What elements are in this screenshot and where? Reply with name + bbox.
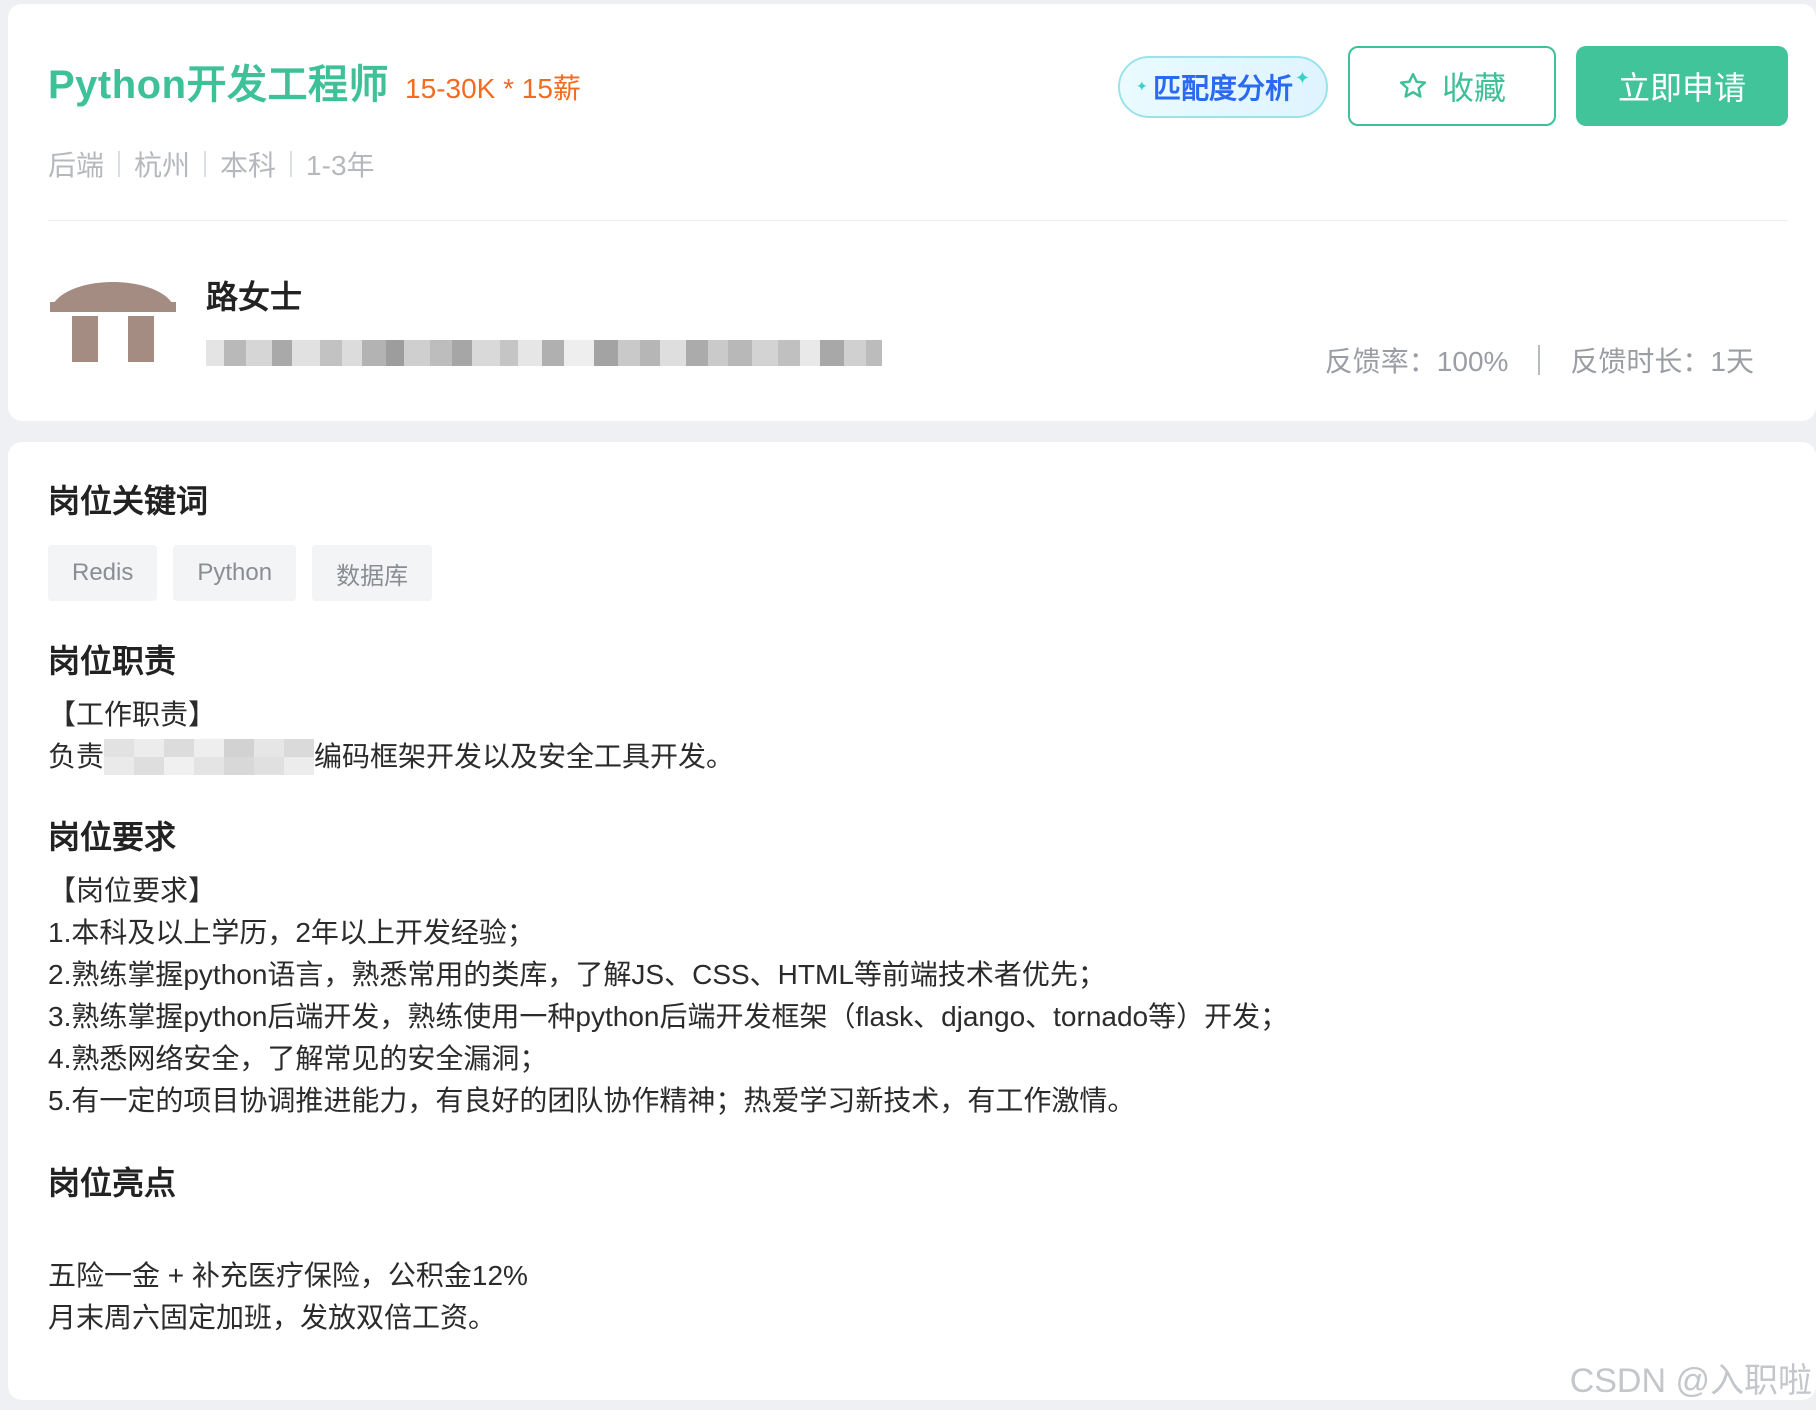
job-meta: 后端 杭州 本科 1-3年 (48, 144, 375, 184)
job-header-card: Python开发工程师 15-30K * 15薪 后端 杭州 本科 1-3年 ✦… (8, 4, 1816, 421)
requirement-line: 2.熟练掌握python语言，熟悉常用的类库，了解JS、CSS、HTML等前端技… (48, 959, 1106, 990)
meta-city: 杭州 (134, 150, 191, 181)
apply-button[interactable]: 立即申请 (1576, 46, 1788, 126)
requirement-line: 4.熟悉网络安全，了解常见的安全漏洞； (48, 1043, 548, 1074)
duty-title: 岗位职责 (48, 643, 177, 679)
duty-text: 【工作职责】 负责 编码框架开发以及安全工具开发。 (48, 694, 734, 778)
recruiter-name: 路女士 (206, 279, 303, 315)
favorite-button[interactable]: 收藏 (1348, 46, 1556, 126)
feedback-stats: 反馈率：100% 反馈时长：1天 (1325, 340, 1754, 380)
meta-education: 本科 (220, 150, 277, 181)
keyword-tag[interactable]: Python (173, 545, 297, 601)
meta-divider (118, 151, 121, 177)
highlights-text: 五险一金 + 补充医疗保险，公积金12% 月末周六固定加班，发放双倍工资。 (48, 1255, 528, 1339)
title-row: Python开发工程师 15-30K * 15薪 (48, 52, 581, 110)
meta-divider (204, 151, 207, 177)
stats-divider (1538, 345, 1541, 375)
star-icon (1399, 72, 1427, 98)
sparkle-icon: ✦ (1294, 68, 1310, 88)
watermark: CSDN @入职啦 (1569, 1362, 1812, 1400)
duty-line: 负责 编码框架开发以及安全工具开发。 (48, 736, 734, 778)
requirements-text: 【岗位要求】 1.本科及以上学历，2年以上开发经验； 2.熟练掌握python语… (48, 870, 1288, 1122)
job-title: Python开发工程师 (48, 63, 390, 107)
meta-divider (290, 151, 293, 177)
requirement-line: 3.熟练掌握python后端开发，熟练使用一种python后端开发框架（flas… (48, 1001, 1289, 1032)
sparkle-icon: ✦ (1136, 78, 1148, 94)
divider (48, 220, 1788, 221)
requirement-line: 【岗位要求】 (48, 875, 217, 906)
redacted-text (104, 738, 315, 775)
keyword-tags: Redis Python 数据库 (48, 545, 448, 601)
keyword-tag[interactable]: Redis (48, 545, 158, 601)
meta-experience: 1-3年 (306, 150, 375, 181)
feedback-rate: 反馈率：100% (1324, 346, 1509, 377)
duty-heading: 【工作职责】 (48, 699, 217, 730)
highlight-line: 五险一金 + 补充医疗保险，公积金12% (48, 1260, 528, 1291)
requirement-line: 5.有一定的项目协调推进能力，有良好的团队协作精神；热爱学习新技术，有工作激情。 (48, 1085, 1136, 1116)
salary-label: 15-30K * 15薪 (405, 73, 581, 104)
highlights-title: 岗位亮点 (48, 1165, 177, 1201)
job-detail-card: 岗位关键词 Redis Python 数据库 岗位职责 【工作职责】 负责 编码… (8, 442, 1816, 1400)
match-analysis-button[interactable]: ✦ 匹配度分析 ✦ (1118, 56, 1328, 118)
duty-prefix: 负责 (48, 741, 105, 772)
requirement-line: 1.本科及以上学历，2年以上开发经验； (48, 917, 535, 948)
match-analysis-label: 匹配度分析 (1152, 73, 1293, 104)
requirements-title: 岗位要求 (48, 819, 177, 855)
recruiter-info-redacted (206, 340, 896, 366)
keywords-title: 岗位关键词 (48, 483, 209, 519)
duty-suffix: 编码框架开发以及安全工具开发。 (314, 741, 735, 772)
meta-category: 后端 (48, 150, 105, 181)
favorite-label: 收藏 (1441, 70, 1506, 106)
apply-label: 立即申请 (1617, 70, 1746, 106)
highlight-line: 月末周六固定加班，发放双倍工资。 (48, 1302, 497, 1333)
feedback-time: 反馈时长：1天 (1570, 346, 1754, 377)
keyword-tag[interactable]: 数据库 (312, 545, 433, 601)
company-logo (50, 282, 176, 362)
